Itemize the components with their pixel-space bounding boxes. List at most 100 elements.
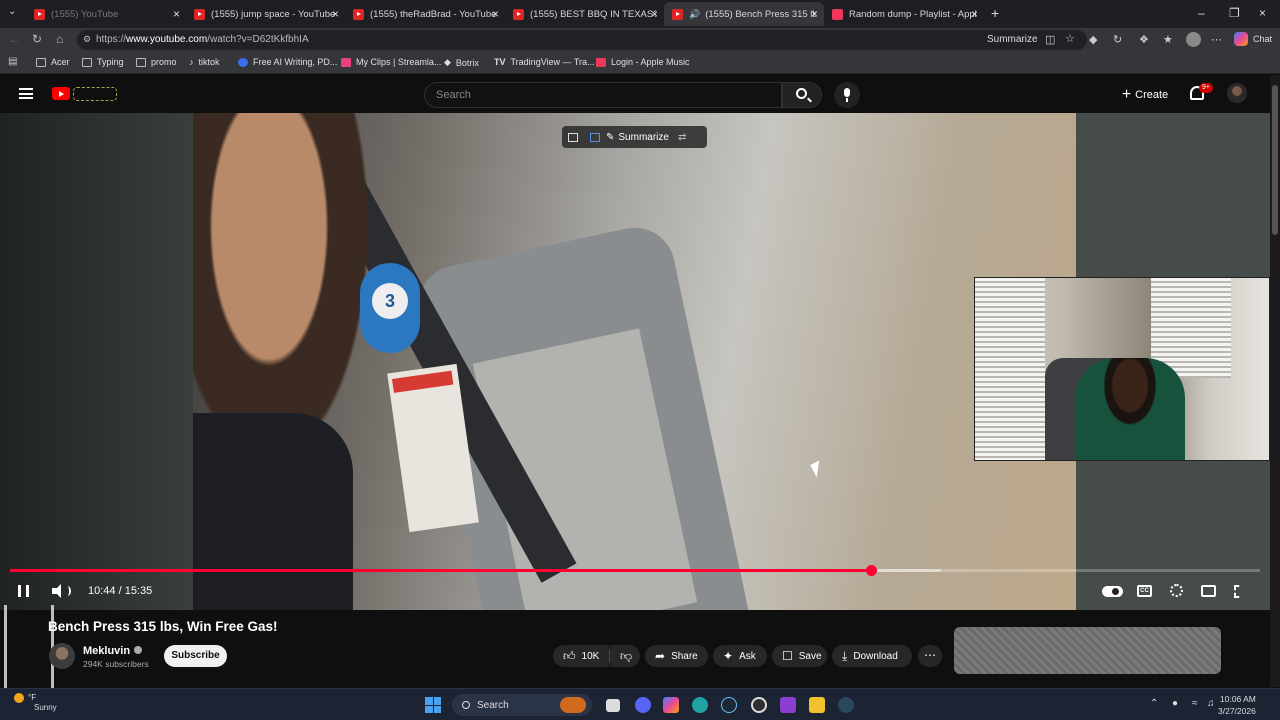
like-button[interactable]: 👍︎ 10K [553,645,609,667]
chat-label[interactable]: Chat [1253,34,1272,44]
visual-search-icon[interactable] [590,132,600,142]
bookmark-label: promo [151,57,177,67]
settings-gear-icon[interactable] [1170,584,1183,597]
bookmark-tradingview[interactable]: TV TradingView — Tra... [494,57,595,67]
share-button[interactable]: ➦ Share [645,645,708,667]
channel-avatar[interactable] [49,643,75,669]
discord-icon[interactable] [635,697,651,713]
restore-icon[interactable]: ❐ [1229,6,1240,20]
address-bar[interactable]: ⚙ https://www.youtube.com/watch?v=D62tKk… [77,30,1087,50]
edge-icon[interactable] [692,697,708,713]
speaker-tray-icon[interactable]: ♫ [1207,698,1215,709]
channel-name[interactable]: Mekluvin [83,645,143,657]
refresh-extension-icon[interactable]: ↻ [1113,33,1122,46]
reload-icon[interactable]: ↻ [32,32,42,46]
favorites-icon[interactable]: ★ [1163,33,1173,46]
windows-start-icon[interactable] [425,697,441,713]
save-button[interactable]: ☐ Save [772,645,827,667]
steam-icon[interactable] [721,697,737,713]
volume-icon[interactable] [52,584,71,598]
bookmark-promo[interactable]: promo [136,57,177,67]
autoplay-toggle[interactable] [1102,586,1123,597]
bookmark-apple-music[interactable]: Login - Apple Music [596,57,690,67]
copilot-icon[interactable] [1234,32,1248,46]
close-tab-icon[interactable]: × [173,7,180,21]
favorite-star-icon[interactable]: ☆ [1065,32,1075,45]
close-tab-icon[interactable]: × [811,7,818,21]
weather-widget[interactable]: °F Sunny [14,693,57,712]
bookmark-botrix[interactable]: ◆ Botrix [444,57,479,68]
dislike-button[interactable]: 👎︎ [610,645,640,667]
bookmark-my-clips[interactable]: My Clips | Streamla... [341,57,441,67]
more-actions-icon[interactable]: ⋯ [918,645,942,667]
sparkle-icon: ✦ [723,649,734,663]
bookmark-acer[interactable]: Acer [36,57,70,67]
youtube-favicon-icon [513,8,524,20]
puzzle-icon[interactable]: ❖ [1139,33,1149,46]
file-explorer-icon[interactable] [809,697,825,713]
search-button[interactable] [782,82,822,108]
download-button[interactable]: ⤓ Download [832,645,912,667]
close-tab-icon[interactable]: × [971,7,978,21]
summarize-address-button[interactable]: Summarize [987,34,1038,45]
video-title: Bench Press 315 lbs, Win Free Gas! [48,619,278,634]
recommendation-thumbnail[interactable] [954,627,1221,674]
copilot-taskbar-icon[interactable] [663,697,679,713]
account-avatar[interactable] [1227,83,1247,103]
subscribe-button[interactable]: Subscribe [164,645,227,667]
tab-youtube-home[interactable]: (1555) YouTube × [26,2,186,26]
close-tab-icon[interactable]: × [332,7,339,21]
youtube-doodle-logo[interactable] [73,87,117,101]
theater-mode-icon[interactable] [1201,585,1216,597]
tab-list-chevron-icon[interactable]: ⌄ [8,6,16,17]
tab-theradbrad[interactable]: (1555) theRadBrad - YouTube × [345,2,505,26]
url-text[interactable]: https://www.youtube.com/watch?v=D62tKkfb… [96,34,309,45]
back-icon[interactable]: ← [8,32,20,46]
wifi-icon[interactable]: ≈ [1192,698,1198,709]
tab-jump-space[interactable]: (1555) jump space - YouTube × [186,2,345,26]
pause-icon[interactable] [18,585,29,597]
menu-icon[interactable] [19,88,33,99]
split-screen-icon[interactable]: ◫ [1045,33,1055,46]
ask-button[interactable]: ✦ Ask [713,645,767,667]
video-player[interactable]: 3 ✎ Summarize ⇄ 10:44 / 15:35 CC [0,113,1270,610]
video-summarize-button[interactable]: Summarize [618,132,669,143]
close-tab-icon[interactable]: × [651,7,658,21]
obs-icon[interactable] [751,697,767,713]
tab-apple-music[interactable]: Random dump - Playlist - Apple M × [824,2,984,26]
media-app-icon[interactable] [780,697,796,713]
home-icon[interactable]: ⌂ [56,32,63,46]
pip-icon[interactable] [568,132,578,142]
create-button[interactable]: + Create [1114,82,1176,108]
more-menu-icon[interactable]: ⋯ [1211,33,1222,46]
bookmark-tiktok[interactable]: ♪ tiktok [189,57,220,67]
progress-bar[interactable] [10,565,1260,576]
new-tab-icon[interactable]: + [991,5,999,21]
bookmark-free-ai-writing[interactable]: Free AI Writing, PD... [238,57,337,67]
window-close-icon[interactable]: × [1259,6,1266,20]
page-scrollbar[interactable] [1270,75,1280,687]
extension-diamond-icon[interactable]: ◆ [1089,33,1097,46]
captions-icon[interactable]: CC [1137,585,1152,597]
close-tab-icon[interactable]: × [492,7,499,21]
youtube-logo-icon[interactable] [52,87,70,100]
profile-avatar[interactable] [1186,32,1201,47]
taskbar-clock[interactable]: 10:06 AM 3/27/2026 [1218,693,1256,717]
reading-list-icon[interactable]: ▤ [8,56,17,67]
microphone-tray-icon[interactable]: ● [1172,698,1178,709]
site-info-icon[interactable]: ⚙ [83,34,91,45]
tab-best-bbq[interactable]: (1555) BEST BBQ IN TEXAS? #shor × [505,2,664,26]
search-input[interactable]: Search [424,82,782,108]
taskbar-search[interactable]: Search [452,694,592,716]
bookmark-label: Login - Apple Music [611,57,690,67]
translate-icon[interactable]: ⇄ [678,132,686,143]
voice-search-icon[interactable] [834,82,860,108]
steam-app-icon[interactable] [838,697,854,713]
show-hidden-icons-icon[interactable]: ⌃ [1150,698,1158,709]
scrollbar-thumb[interactable] [1272,85,1278,235]
task-view-icon[interactable] [606,699,620,712]
speaker-icon[interactable]: 🔊 [689,9,700,20]
tab-bench-press[interactable]: 🔊 (1555) Bench Press 315 lbs, W × [664,2,824,26]
minimize-icon[interactable]: – [1198,6,1205,20]
bookmark-typing[interactable]: Typing [82,57,124,67]
